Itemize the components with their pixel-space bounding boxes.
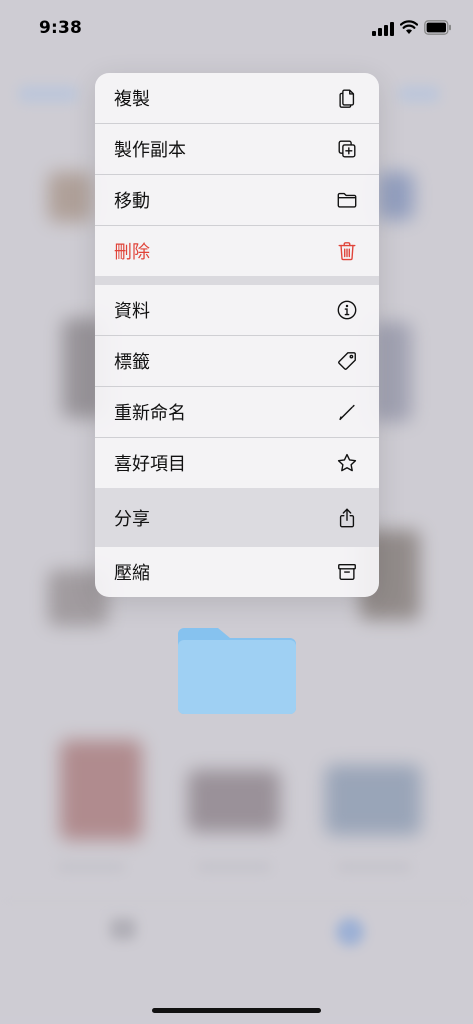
menu-item-label: 複製 bbox=[114, 89, 150, 110]
folder-icon bbox=[336, 189, 358, 211]
share-icon bbox=[336, 507, 358, 529]
menu-item-share[interactable]: 分享 bbox=[95, 488, 379, 547]
tag-icon bbox=[336, 350, 358, 372]
menu-item-delete[interactable]: 刪除 bbox=[95, 226, 379, 276]
plus-square-on-square-icon bbox=[336, 138, 358, 160]
menu-item-move[interactable]: 移動 bbox=[95, 175, 379, 225]
doc-copy-icon bbox=[336, 87, 358, 109]
status-time: 9:38 bbox=[39, 18, 83, 38]
menu-item-label: 標籤 bbox=[114, 352, 150, 373]
menu-item-compress[interactable]: 壓縮 bbox=[95, 547, 379, 597]
menu-item-tags[interactable]: 標籤 bbox=[95, 336, 379, 386]
trash-icon bbox=[336, 240, 358, 262]
menu-item-label: 資料 bbox=[114, 301, 150, 322]
context-menu: 複製 製作副本 移動 刪除 資料 標籤 重新命名 喜好項目 分享 壓縮 bbox=[95, 73, 379, 597]
wifi-icon bbox=[400, 20, 418, 34]
menu-item-label: 刪除 bbox=[114, 242, 150, 263]
star-icon bbox=[336, 452, 358, 474]
archive-box-icon bbox=[336, 561, 358, 583]
folder-preview-icon[interactable] bbox=[176, 620, 298, 714]
pencil-icon bbox=[336, 401, 358, 423]
menu-item-rename[interactable]: 重新命名 bbox=[95, 387, 379, 437]
status-bar: 9:38 bbox=[0, 0, 473, 56]
home-indicator[interactable] bbox=[152, 1008, 321, 1013]
menu-item-label: 製作副本 bbox=[114, 140, 186, 161]
menu-item-label: 喜好項目 bbox=[114, 454, 186, 475]
menu-item-favorite[interactable]: 喜好項目 bbox=[95, 438, 379, 488]
menu-item-label: 分享 bbox=[114, 508, 150, 530]
cellular-signal-icon bbox=[372, 22, 394, 36]
menu-item-label: 移動 bbox=[114, 191, 150, 212]
menu-item-duplicate[interactable]: 製作副本 bbox=[95, 124, 379, 174]
info-circle-icon bbox=[336, 299, 358, 321]
menu-item-info[interactable]: 資料 bbox=[95, 285, 379, 335]
menu-item-label: 壓縮 bbox=[114, 563, 150, 584]
battery-icon bbox=[424, 20, 451, 35]
menu-item-copy[interactable]: 複製 bbox=[95, 73, 379, 123]
menu-item-label: 重新命名 bbox=[114, 403, 186, 424]
menu-group-separator bbox=[95, 276, 379, 285]
